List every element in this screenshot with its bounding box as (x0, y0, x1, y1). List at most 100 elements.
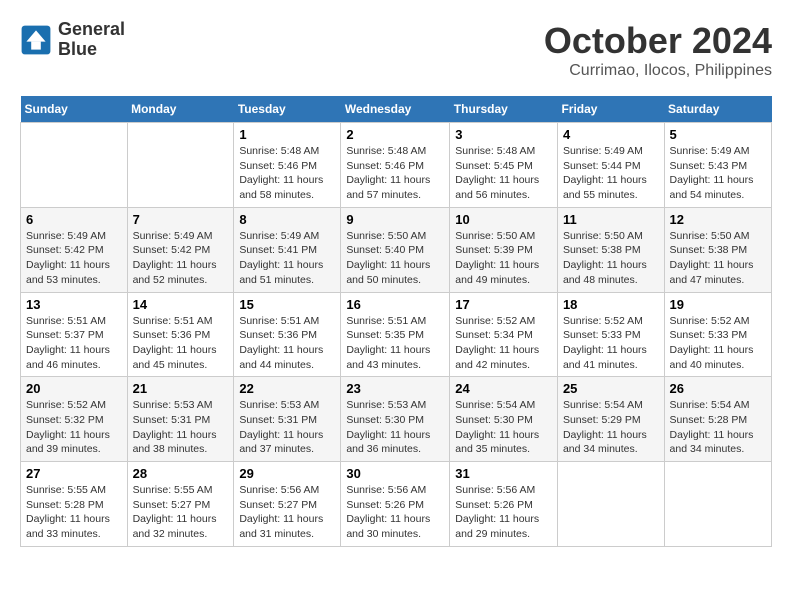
day-info: Sunrise: 5:50 AMSunset: 5:38 PMDaylight:… (563, 229, 659, 288)
logo-text: General Blue (58, 20, 125, 60)
day-number: 31 (455, 466, 552, 481)
day-info: Sunrise: 5:52 AMSunset: 5:33 PMDaylight:… (563, 314, 659, 373)
calendar-cell: 30Sunrise: 5:56 AMSunset: 5:26 PMDayligh… (341, 462, 450, 547)
title-block: October 2024 Currimao, Ilocos, Philippin… (544, 20, 772, 80)
day-info: Sunrise: 5:51 AMSunset: 5:35 PMDaylight:… (346, 314, 444, 373)
day-number: 24 (455, 381, 552, 396)
calendar-cell: 18 Sunrise: 5:52 AMSunset: 5:33 PMDayligh… (557, 292, 664, 377)
day-info: Sunrise: 5:51 AMSunset: 5:36 PMDaylight:… (133, 314, 229, 373)
day-number: 29 (239, 466, 335, 481)
calendar-cell (664, 462, 771, 547)
calendar-cell: 6 Sunrise: 5:49 AMSunset: 5:42 PMDaylight… (21, 207, 128, 292)
day-number: 1 (239, 127, 335, 142)
calendar-cell: 13 Sunrise: 5:51 AMSunset: 5:37 PMDayligh… (21, 292, 128, 377)
day-number: 17 (455, 297, 552, 312)
day-info: Sunrise: 5:55 AMSunset: 5:28 PMDaylight:… (26, 483, 122, 542)
day-number: 10 (455, 212, 552, 227)
day-info: Sunrise: 5:49 AMSunset: 5:41 PMDaylight:… (239, 229, 335, 288)
calendar-cell: 4 Sunrise: 5:49 AMSunset: 5:44 PMDaylight… (557, 123, 664, 208)
weekday-header: Saturday (664, 96, 771, 123)
day-info: Sunrise: 5:49 AMSunset: 5:42 PMDaylight:… (26, 229, 122, 288)
calendar-cell: 9 Sunrise: 5:50 AMSunset: 5:40 PMDaylight… (341, 207, 450, 292)
calendar-cell: 15 Sunrise: 5:51 AMSunset: 5:36 PMDayligh… (234, 292, 341, 377)
day-info: Sunrise: 5:50 AMSunset: 5:39 PMDaylight:… (455, 229, 552, 288)
calendar-cell: 3Sunrise: 5:48 AMSunset: 5:45 PMDaylight… (450, 123, 558, 208)
day-number: 27 (26, 466, 122, 481)
day-info: Sunrise: 5:52 AMSunset: 5:32 PMDaylight:… (26, 398, 122, 457)
calendar-week-row: 6 Sunrise: 5:49 AMSunset: 5:42 PMDaylight… (21, 207, 772, 292)
calendar-week-row: 20 Sunrise: 5:52 AMSunset: 5:32 PMDayligh… (21, 377, 772, 462)
day-number: 25 (563, 381, 659, 396)
weekday-header: Friday (557, 96, 664, 123)
day-info: Sunrise: 5:54 AMSunset: 5:28 PMDaylight:… (670, 398, 766, 457)
weekday-header: Monday (127, 96, 234, 123)
calendar-cell: 31 Sunrise: 5:56 AMSunset: 5:26 PMDayligh… (450, 462, 558, 547)
day-info: Sunrise: 5:48 AMSunset: 5:46 PMDaylight:… (239, 144, 335, 203)
calendar-cell: 25Sunrise: 5:54 AMSunset: 5:29 PMDayligh… (557, 377, 664, 462)
day-info: Sunrise: 5:55 AMSunset: 5:27 PMDaylight:… (133, 483, 229, 542)
day-number: 22 (239, 381, 335, 396)
day-number: 26 (670, 381, 766, 396)
calendar-cell: 24Sunrise: 5:54 AMSunset: 5:30 PMDayligh… (450, 377, 558, 462)
logo: General Blue (20, 20, 125, 60)
day-info: Sunrise: 5:50 AMSunset: 5:40 PMDaylight:… (346, 229, 444, 288)
day-info: Sunrise: 5:52 AMSunset: 5:33 PMDaylight:… (670, 314, 766, 373)
day-info: Sunrise: 5:52 AMSunset: 5:34 PMDaylight:… (455, 314, 552, 373)
day-info: Sunrise: 5:49 AMSunset: 5:44 PMDaylight:… (563, 144, 659, 203)
calendar-cell (557, 462, 664, 547)
day-number: 4 (563, 127, 659, 142)
calendar-cell: 2Sunrise: 5:48 AMSunset: 5:46 PMDaylight… (341, 123, 450, 208)
day-info: Sunrise: 5:56 AMSunset: 5:27 PMDaylight:… (239, 483, 335, 542)
calendar-cell: 10 Sunrise: 5:50 AMSunset: 5:39 PMDayligh… (450, 207, 558, 292)
day-info: Sunrise: 5:53 AMSunset: 5:31 PMDaylight:… (239, 398, 335, 457)
calendar-cell: 5 Sunrise: 5:49 AMSunset: 5:43 PMDaylight… (664, 123, 771, 208)
day-info: Sunrise: 5:49 AMSunset: 5:43 PMDaylight:… (670, 144, 766, 203)
day-info: Sunrise: 5:56 AMSunset: 5:26 PMDaylight:… (455, 483, 552, 542)
calendar-week-row: 1 Sunrise: 5:48 AMSunset: 5:46 PMDaylight… (21, 123, 772, 208)
day-number: 21 (133, 381, 229, 396)
month-title: October 2024 (544, 20, 772, 62)
calendar-cell: 16 Sunrise: 5:51 AMSunset: 5:35 PMDayligh… (341, 292, 450, 377)
calendar-cell: 7Sunrise: 5:49 AMSunset: 5:42 PMDaylight… (127, 207, 234, 292)
day-info: Sunrise: 5:48 AMSunset: 5:45 PMDaylight:… (455, 144, 552, 203)
calendar-table: SundayMondayTuesdayWednesdayThursdayFrid… (20, 96, 772, 547)
day-number: 7 (133, 212, 229, 227)
day-number: 19 (670, 297, 766, 312)
calendar-cell: 12Sunrise: 5:50 AMSunset: 5:38 PMDayligh… (664, 207, 771, 292)
day-number: 15 (239, 297, 335, 312)
day-info: Sunrise: 5:51 AMSunset: 5:37 PMDaylight:… (26, 314, 122, 373)
calendar-cell: 26 Sunrise: 5:54 AMSunset: 5:28 PMDayligh… (664, 377, 771, 462)
calendar-cell: 23Sunrise: 5:53 AMSunset: 5:30 PMDayligh… (341, 377, 450, 462)
day-number: 11 (563, 212, 659, 227)
calendar-week-row: 13 Sunrise: 5:51 AMSunset: 5:37 PMDayligh… (21, 292, 772, 377)
calendar-cell: 27 Sunrise: 5:55 AMSunset: 5:28 PMDayligh… (21, 462, 128, 547)
day-number: 13 (26, 297, 122, 312)
day-number: 14 (133, 297, 229, 312)
calendar-cell: 22 Sunrise: 5:53 AMSunset: 5:31 PMDayligh… (234, 377, 341, 462)
day-number: 28 (133, 466, 229, 481)
calendar-cell: 29 Sunrise: 5:56 AMSunset: 5:27 PMDayligh… (234, 462, 341, 547)
weekday-header: Thursday (450, 96, 558, 123)
calendar-cell (21, 123, 128, 208)
day-number: 16 (346, 297, 444, 312)
weekday-header: Sunday (21, 96, 128, 123)
day-number: 5 (670, 127, 766, 142)
logo-icon (20, 24, 52, 56)
day-info: Sunrise: 5:48 AMSunset: 5:46 PMDaylight:… (346, 144, 444, 203)
day-number: 9 (346, 212, 444, 227)
day-number: 18 (563, 297, 659, 312)
day-number: 6 (26, 212, 122, 227)
calendar-cell: 14 Sunrise: 5:51 AMSunset: 5:36 PMDayligh… (127, 292, 234, 377)
day-number: 23 (346, 381, 444, 396)
day-number: 20 (26, 381, 122, 396)
header-row: SundayMondayTuesdayWednesdayThursdayFrid… (21, 96, 772, 123)
calendar-cell: 1 Sunrise: 5:48 AMSunset: 5:46 PMDaylight… (234, 123, 341, 208)
day-info: Sunrise: 5:51 AMSunset: 5:36 PMDaylight:… (239, 314, 335, 373)
calendar-cell: 19 Sunrise: 5:52 AMSunset: 5:33 PMDayligh… (664, 292, 771, 377)
calendar-cell: 17 Sunrise: 5:52 AMSunset: 5:34 PMDayligh… (450, 292, 558, 377)
day-info: Sunrise: 5:56 AMSunset: 5:26 PMDaylight:… (346, 483, 444, 542)
weekday-header: Wednesday (341, 96, 450, 123)
day-number: 12 (670, 212, 766, 227)
day-info: Sunrise: 5:53 AMSunset: 5:31 PMDaylight:… (133, 398, 229, 457)
calendar-cell: 21 Sunrise: 5:53 AMSunset: 5:31 PMDayligh… (127, 377, 234, 462)
